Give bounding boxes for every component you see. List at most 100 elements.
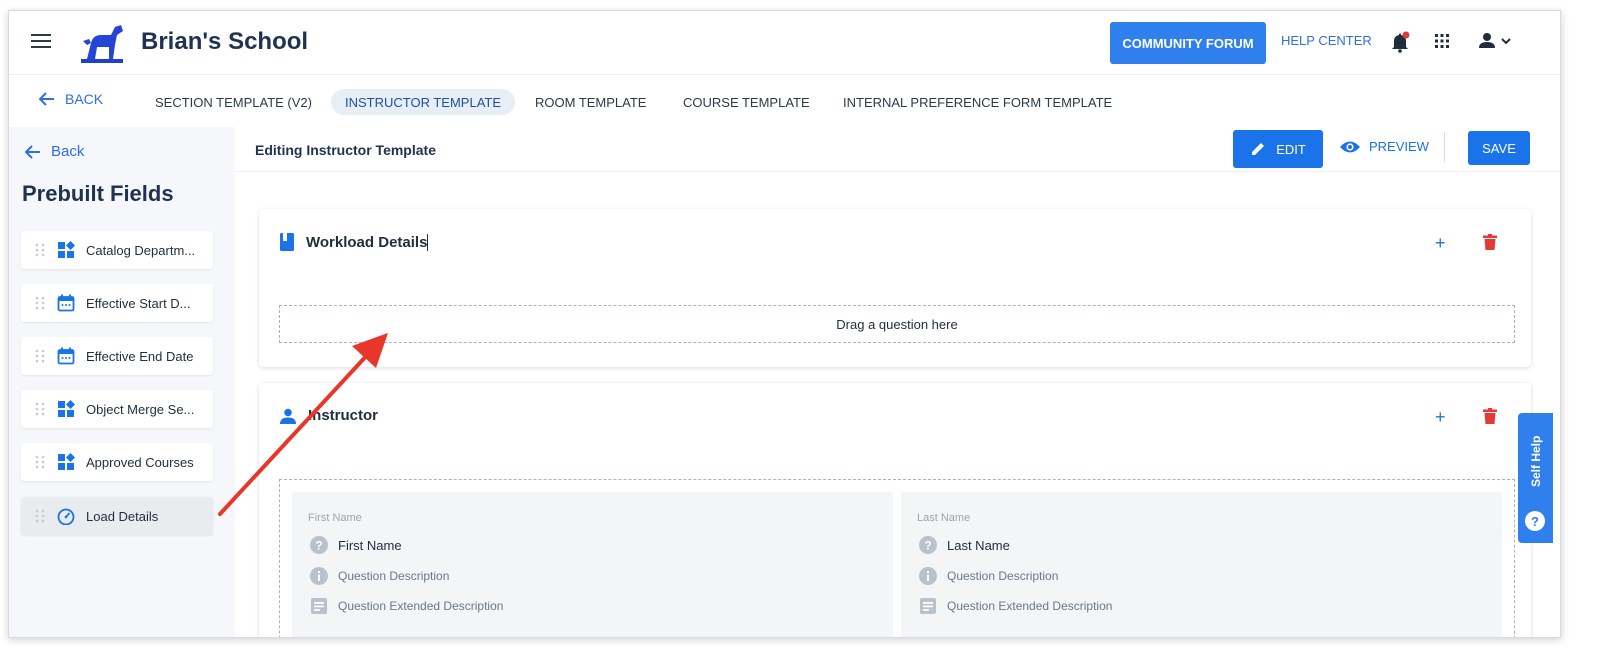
question-card-last-name[interactable]: Last Name ? Last Name Question Descripti… bbox=[901, 492, 1502, 637]
field-label: Load Details bbox=[86, 508, 159, 524]
question-name: First Name bbox=[338, 537, 402, 553]
sidebar-title: Prebuilt Fields bbox=[22, 181, 174, 206]
editor-title: Editing Instructor Template bbox=[255, 142, 436, 158]
apps-grid-icon[interactable] bbox=[1434, 33, 1450, 49]
sidebar-back-label: Back bbox=[51, 143, 85, 160]
tab-section-template[interactable]: SECTION TEMPLATE (V2) bbox=[141, 89, 326, 115]
drag-handle-icon[interactable] bbox=[35, 509, 45, 523]
template-editor: Editing Instructor Template EDIT PREVIEW… bbox=[235, 127, 1560, 637]
info-icon bbox=[919, 567, 937, 585]
app-window: Brian's School COMMUNITY FORUM HELP CENT… bbox=[8, 10, 1561, 638]
field-label: Approved Courses bbox=[86, 454, 194, 470]
drag-handle-icon[interactable] bbox=[35, 243, 45, 257]
add-question-icon[interactable]: + bbox=[1435, 407, 1446, 428]
section-header: Instructor bbox=[280, 407, 378, 424]
tab-instructor-template[interactable]: INSTRUCTOR TEMPLATE bbox=[331, 89, 516, 115]
notes-icon bbox=[920, 598, 936, 614]
notification-bell-icon[interactable] bbox=[1390, 31, 1410, 53]
toolbar-divider bbox=[1444, 132, 1445, 162]
book-icon bbox=[280, 233, 294, 251]
save-button[interactable]: SAVE bbox=[1468, 131, 1530, 165]
drag-handle-icon[interactable] bbox=[35, 296, 45, 310]
section-title[interactable]: Instructor bbox=[308, 407, 378, 424]
svg-text:?: ? bbox=[315, 539, 322, 553]
help-circle-icon: ? bbox=[310, 536, 328, 554]
arrow-left-icon bbox=[39, 92, 54, 106]
user-account-icon[interactable] bbox=[1477, 31, 1517, 51]
question-description: Question Description bbox=[338, 569, 450, 583]
drag-handle-icon[interactable] bbox=[35, 455, 45, 469]
school-logo bbox=[81, 25, 123, 63]
question-description-row: Question Description bbox=[919, 567, 1058, 585]
trash-icon[interactable] bbox=[1483, 408, 1497, 424]
field-approved-courses[interactable]: Approved Courses bbox=[21, 443, 213, 481]
question-area: First Name ? First Name Question Descrip… bbox=[279, 479, 1515, 637]
info-icon bbox=[310, 567, 328, 585]
field-load-details[interactable]: Load Details bbox=[21, 497, 213, 535]
question-description-row: Question Description bbox=[310, 567, 449, 585]
speedometer-icon bbox=[57, 508, 75, 525]
self-help-tab[interactable]: Self Help ? bbox=[1518, 413, 1553, 543]
pencil-icon bbox=[1252, 143, 1265, 155]
back-label: BACK bbox=[65, 91, 104, 107]
field-effective-start-date[interactable]: Effective Start D... bbox=[21, 284, 213, 322]
question-extended-description: Question Extended Description bbox=[947, 599, 1113, 613]
menu-icon[interactable] bbox=[31, 34, 51, 48]
field-effective-end-date[interactable]: Effective End Date bbox=[21, 337, 213, 375]
section-title[interactable]: Workload Details bbox=[306, 234, 427, 251]
sidebar-back-button[interactable]: Back bbox=[25, 143, 84, 160]
field-label: Effective Start D... bbox=[86, 295, 191, 311]
widgets-icon bbox=[58, 400, 75, 417]
field-label: Object Merge Se... bbox=[86, 401, 195, 417]
help-center-link[interactable]: HELP CENTER bbox=[1281, 33, 1372, 48]
question-extended-row: Question Extended Description bbox=[919, 597, 1112, 615]
preview-button[interactable]: PREVIEW bbox=[1339, 139, 1429, 154]
tab-course-template[interactable]: COURSE TEMPLATE bbox=[669, 89, 824, 115]
self-help-label: Self Help bbox=[1529, 435, 1543, 487]
community-forum-button[interactable]: COMMUNITY FORUM bbox=[1110, 22, 1266, 64]
edit-label: EDIT bbox=[1276, 141, 1306, 157]
widgets-icon bbox=[58, 241, 75, 258]
question-extended-description: Question Extended Description bbox=[338, 599, 504, 613]
add-question-icon[interactable]: + bbox=[1435, 233, 1446, 254]
help-circle-icon: ? bbox=[919, 536, 937, 554]
section-instructor: Instructor + First Name ? First Name Que… bbox=[259, 383, 1531, 637]
question-name-row: ? First Name bbox=[310, 536, 402, 554]
field-object-merge-section[interactable]: Object Merge Se... bbox=[21, 390, 213, 428]
back-button[interactable]: BACK bbox=[39, 91, 103, 107]
tab-room-template[interactable]: ROOM TEMPLATE bbox=[521, 89, 660, 115]
toolbar-divider-line bbox=[235, 171, 1560, 172]
prebuilt-fields-sidebar: Back Prebuilt Fields Catalog Departm... … bbox=[9, 127, 235, 637]
svg-text:?: ? bbox=[924, 539, 931, 553]
preview-label: PREVIEW bbox=[1369, 139, 1429, 154]
tab-internal-preference-form-template[interactable]: INTERNAL PREFERENCE FORM TEMPLATE bbox=[829, 89, 1126, 115]
question-mark-icon: ? bbox=[1525, 511, 1545, 531]
question-name-row: ? Last Name bbox=[919, 536, 1010, 554]
drag-handle-icon[interactable] bbox=[35, 349, 45, 363]
trash-icon[interactable] bbox=[1483, 234, 1497, 250]
question-small-label: First Name bbox=[308, 512, 362, 524]
section-header: Workload Details bbox=[280, 233, 429, 251]
notes-icon bbox=[311, 598, 327, 614]
question-drop-zone[interactable]: Drag a question here bbox=[279, 305, 1515, 343]
widgets-icon bbox=[58, 453, 75, 470]
school-name: Brian's School bbox=[141, 28, 309, 55]
question-small-label: Last Name bbox=[917, 512, 971, 524]
field-label: Effective End Date bbox=[86, 348, 194, 364]
text-cursor bbox=[427, 233, 429, 251]
question-extended-row: Question Extended Description bbox=[310, 597, 503, 615]
arrow-left-icon bbox=[25, 144, 40, 159]
question-name: Last Name bbox=[947, 537, 1010, 553]
field-label: Catalog Departm... bbox=[86, 242, 196, 258]
section-workload-details: Workload Details + Drag a question here bbox=[259, 209, 1531, 367]
calendar-icon bbox=[57, 294, 75, 312]
drag-handle-icon[interactable] bbox=[35, 402, 45, 416]
template-tabs: BACK SECTION TEMPLATE (V2) INSTRUCTOR TE… bbox=[9, 75, 1560, 127]
field-catalog-department[interactable]: Catalog Departm... bbox=[21, 231, 213, 269]
question-card-first-name[interactable]: First Name ? First Name Question Descrip… bbox=[292, 492, 893, 637]
calendar-icon bbox=[57, 347, 75, 365]
edit-button[interactable]: EDIT bbox=[1233, 130, 1323, 168]
question-description: Question Description bbox=[947, 569, 1059, 583]
person-icon bbox=[280, 408, 296, 424]
top-bar: Brian's School COMMUNITY FORUM HELP CENT… bbox=[9, 11, 1560, 75]
